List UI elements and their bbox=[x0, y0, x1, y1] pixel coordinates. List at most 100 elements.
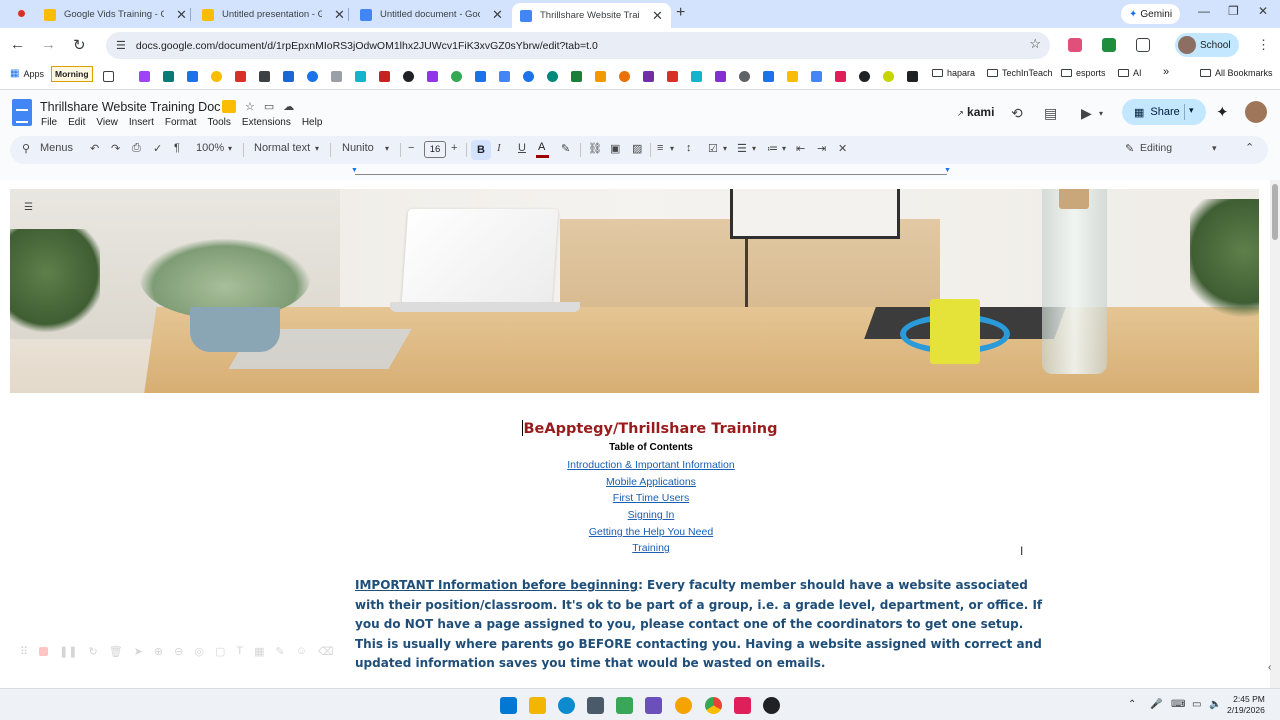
avatar[interactable] bbox=[1245, 101, 1267, 123]
highlight-pen-icon[interactable]: ✎ bbox=[561, 142, 570, 155]
url-text[interactable]: docs.google.com/document/d/1rpEpxnMIoRS3… bbox=[136, 40, 598, 52]
bookmark-favicon-icon[interactable] bbox=[139, 71, 150, 82]
paint-format-icon[interactable]: ¶ bbox=[174, 142, 180, 154]
scrollbar-thumb[interactable] bbox=[1272, 184, 1278, 240]
line-spacing-icon[interactable]: ↕ bbox=[686, 142, 692, 154]
chevron-down-icon[interactable]: ▾ bbox=[1189, 105, 1194, 116]
move-folder-icon[interactable]: ▭ bbox=[264, 100, 274, 113]
kami-button[interactable]: ↗ kami bbox=[957, 105, 994, 119]
chevron-up-icon[interactable]: ⌃ bbox=[1245, 141, 1254, 154]
bookmark-favicon-icon[interactable] bbox=[859, 71, 870, 82]
star-icon[interactable]: ☆ bbox=[245, 100, 255, 113]
menu-tools[interactable]: Tools bbox=[208, 117, 231, 128]
search-icon[interactable]: ⚲ bbox=[22, 142, 30, 155]
redo-icon[interactable]: ↷ bbox=[111, 142, 120, 155]
chevron-down-icon[interactable]: ▾ bbox=[1099, 109, 1103, 118]
browser-menu-icon[interactable]: ⋮ bbox=[1257, 37, 1270, 53]
docs-logo-icon[interactable] bbox=[12, 99, 32, 126]
trash-icon[interactable]: 🗑 bbox=[109, 645, 123, 658]
site-info-icon[interactable]: ☰ bbox=[116, 39, 126, 52]
bookmark-favicon-icon[interactable] bbox=[571, 71, 582, 82]
profile-button[interactable]: School bbox=[1175, 33, 1239, 57]
bookmark-favicon-icon[interactable] bbox=[427, 71, 438, 82]
bookmark-favicon-icon[interactable] bbox=[667, 71, 678, 82]
reload-icon[interactable]: ↻ bbox=[73, 36, 86, 54]
undo-icon[interactable]: ↶ bbox=[90, 142, 99, 155]
version-history-icon[interactable]: ⟲ bbox=[1011, 105, 1023, 122]
eraser-icon[interactable]: ⌫ bbox=[318, 645, 334, 658]
comments-icon[interactable]: ▤ bbox=[1044, 105, 1057, 122]
bookmark-favicon-icon[interactable] bbox=[763, 71, 774, 82]
important-paragraph[interactable]: IMPORTANT Information before beginning: … bbox=[355, 576, 1042, 674]
chevron-up-icon[interactable]: ⌃ bbox=[1128, 699, 1136, 710]
close-tab-icon[interactable]: ✕ bbox=[492, 7, 503, 23]
chrome-icon[interactable] bbox=[705, 697, 722, 714]
slack-icon[interactable] bbox=[734, 697, 751, 714]
vertical-scrollbar[interactable] bbox=[1270, 180, 1280, 688]
document-canvas[interactable]: ☰ BeApptegy/Thrillshare Training Table o… bbox=[0, 180, 1270, 688]
side-panel-toggle-icon[interactable]: ‹ bbox=[1268, 662, 1271, 673]
search-menus-input[interactable]: Menus bbox=[40, 142, 73, 154]
cloud-saved-icon[interactable]: ☁ bbox=[283, 100, 294, 113]
keyboard-icon[interactable]: ⌨ bbox=[1171, 699, 1185, 710]
extensions-puzzle-icon[interactable] bbox=[1136, 38, 1150, 52]
toc-link[interactable]: Introduction & Important Information bbox=[0, 459, 1270, 471]
windows-start-icon[interactable] bbox=[500, 697, 517, 714]
bookmark-favicon-icon[interactable] bbox=[787, 71, 798, 82]
text-color-button[interactable]: A bbox=[535, 141, 550, 158]
more-bookmarks-icon[interactable]: » bbox=[1163, 66, 1169, 78]
gemini-button[interactable]: ✦ Gemini bbox=[1121, 4, 1181, 24]
increase-font-icon[interactable]: + bbox=[451, 142, 457, 154]
menu-format[interactable]: Format bbox=[165, 117, 197, 128]
bookmark-folder-techinteach[interactable]: TechInTeach bbox=[987, 68, 1053, 78]
checklist-icon[interactable]: ☑ bbox=[708, 142, 718, 155]
zoom-out-icon[interactable]: ⊖ bbox=[174, 645, 183, 658]
restart-icon[interactable]: ↻ bbox=[89, 645, 98, 658]
stop-record-icon[interactable] bbox=[39, 646, 49, 656]
bookmark-favicon-icon[interactable] bbox=[187, 71, 198, 82]
pencil-icon[interactable]: ✎ bbox=[1125, 142, 1134, 155]
bookmark-favicon-icon[interactable] bbox=[547, 71, 558, 82]
restore-icon[interactable]: ❐ bbox=[1228, 4, 1239, 18]
close-tab-icon[interactable]: ✕ bbox=[652, 8, 663, 24]
blur-icon[interactable]: ▢ bbox=[215, 645, 225, 658]
increase-indent-icon[interactable]: ⇥ bbox=[817, 142, 826, 155]
chevron-down-icon[interactable]: ▾ bbox=[315, 144, 319, 153]
bookmark-favicon-icon[interactable] bbox=[499, 71, 510, 82]
back-arrow-icon[interactable]: ← bbox=[10, 36, 25, 53]
italic-button[interactable]: I bbox=[497, 142, 501, 154]
menu-edit[interactable]: Edit bbox=[68, 117, 85, 128]
bookmark-favicon-icon[interactable] bbox=[907, 71, 918, 82]
kami-extension-icon[interactable] bbox=[222, 100, 236, 113]
bookmark-favicon-icon[interactable] bbox=[379, 71, 390, 82]
toc-link[interactable]: Getting the Help You Need bbox=[0, 526, 1270, 538]
spotlight-icon[interactable]: ◎ bbox=[194, 645, 204, 658]
bold-button[interactable]: B bbox=[471, 140, 491, 160]
bookmark-favicon-icon[interactable] bbox=[595, 71, 606, 82]
bookmark-favicon-icon[interactable] bbox=[355, 71, 366, 82]
chevron-down-icon[interactable]: ▾ bbox=[723, 144, 727, 153]
extension-icon[interactable] bbox=[1102, 38, 1116, 52]
taskbar-app-icon[interactable] bbox=[675, 697, 692, 714]
bookmark-favicon-icon[interactable] bbox=[691, 71, 702, 82]
volume-icon[interactable]: 🔈 bbox=[1209, 699, 1221, 710]
right-indent-marker-icon[interactable]: ▼ bbox=[944, 167, 951, 174]
omnibox[interactable]: ☰ docs.google.com/document/d/1rpEpxnMIoR… bbox=[106, 32, 1050, 59]
chevron-down-icon[interactable]: ▾ bbox=[228, 144, 232, 153]
bookmark-favicon-icon[interactable] bbox=[643, 71, 654, 82]
minimize-icon[interactable]: — bbox=[1198, 4, 1210, 18]
browser-tab[interactable]: Google Vids Training - Goog ✕ bbox=[36, 3, 195, 26]
align-icon[interactable]: ≡ bbox=[657, 142, 663, 154]
extension-icon[interactable] bbox=[1068, 38, 1082, 52]
bookmark-favicon-icon[interactable] bbox=[451, 71, 462, 82]
paragraph-style-select[interactable]: Normal text bbox=[254, 142, 310, 154]
close-window-icon[interactable]: ✕ bbox=[1258, 4, 1268, 18]
toc-link[interactable]: Signing In bbox=[0, 509, 1270, 521]
numbered-list-icon[interactable]: ≔ bbox=[767, 142, 778, 155]
bookmark-favicon-icon[interactable] bbox=[283, 71, 294, 82]
bookmark-favicon-icon[interactable] bbox=[163, 71, 174, 82]
bookmark-favicon-icon[interactable] bbox=[619, 71, 630, 82]
snipping-tool-icon[interactable] bbox=[645, 697, 662, 714]
decrease-font-icon[interactable]: − bbox=[408, 142, 414, 154]
browser-tab-active[interactable]: Thrillshare Website Training ✕ bbox=[512, 3, 671, 28]
